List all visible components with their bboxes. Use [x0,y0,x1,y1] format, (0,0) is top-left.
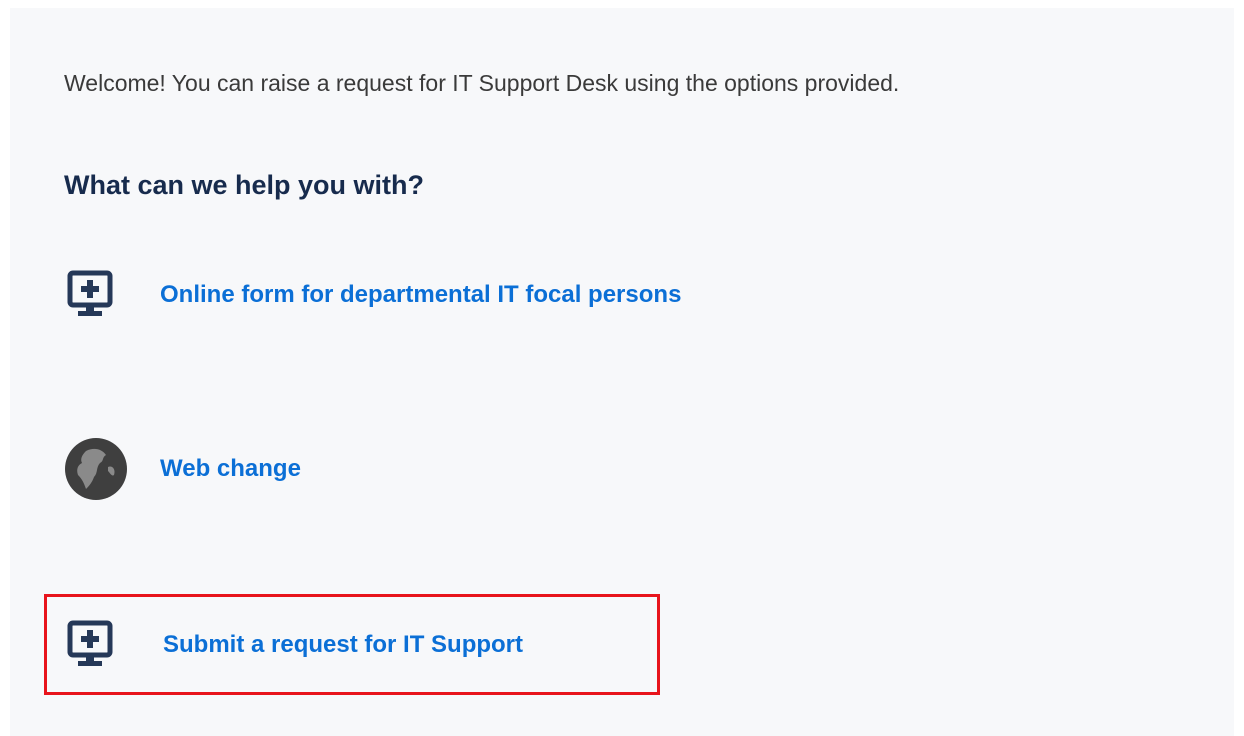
welcome-message: Welcome! You can raise a request for IT … [64,70,900,96]
help-heading: What can we help you with? [64,170,425,200]
request-type-web-change[interactable]: Web change [64,436,301,502]
request-type-label[interactable]: Web change [160,455,301,483]
highlight-box [44,594,660,695]
request-type-online-form[interactable]: Online form for departmental IT focal pe… [64,262,681,328]
globe-icon [64,436,130,502]
request-type-label[interactable]: Online form for departmental IT focal pe… [160,281,681,309]
monitor-plus-icon [64,262,130,328]
